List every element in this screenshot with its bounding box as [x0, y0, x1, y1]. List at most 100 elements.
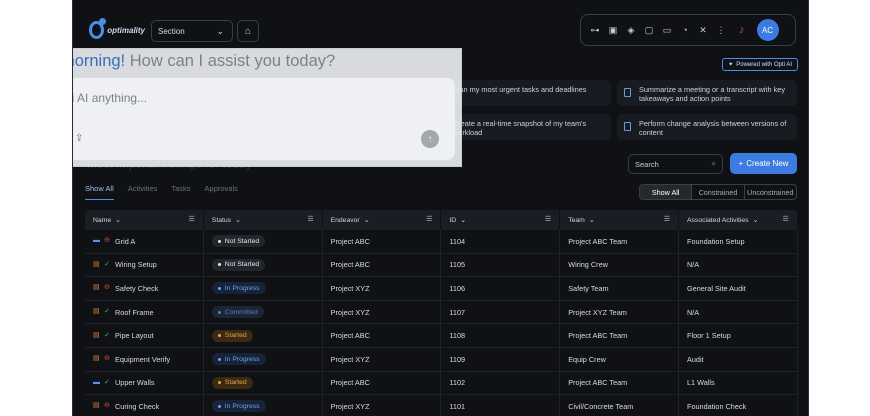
create-new-button[interactable]: + Create New	[730, 153, 797, 174]
cell-status: Committed	[204, 300, 323, 324]
section-select-value: Section	[158, 26, 185, 36]
chart-icon[interactable]: ◔	[679, 24, 691, 36]
table-row[interactable]: ▤ ✓ Roof Frame Committed Project XYZ 1107 Proj…	[85, 300, 798, 325]
filter-icon[interactable]: ☰	[783, 215, 789, 223]
cell-name[interactable]: ▬ ⊖ Grid A	[85, 230, 204, 253]
greeting-rest: How can I assist you today?	[125, 52, 336, 70]
cell-name[interactable]: ▤ ✓ Roof Frame	[85, 300, 204, 324]
minus-circle-icon: ⊖	[104, 402, 110, 410]
tab-approvals[interactable]: Approvals	[205, 184, 238, 200]
clipboard-icon[interactable]: ▣	[607, 24, 619, 36]
filter-icon[interactable]: ☰	[189, 215, 195, 223]
table-row[interactable]: ▤ ⊖ Safety Check In Progress Project XYZ 1106…	[85, 277, 798, 301]
cell-endeavor: Project XYZ	[323, 395, 442, 416]
send-button[interactable]: ↑	[421, 130, 439, 148]
folder-icon: ▬	[93, 378, 100, 386]
top-bar: optimality Section ⌄ ⌂ ⊶ ▣ ◈ ▢ ▭ ◔ ✕ ⋮ ♪…	[85, 14, 796, 48]
folder-icon[interactable]: ▭	[661, 24, 673, 36]
task-name: Upper Walls	[115, 378, 155, 388]
search-icon: ⌕	[711, 159, 716, 168]
ai-prompt-input[interactable]: Ask Opti AI anything... ▤ ▣ ⇪ ↑	[73, 78, 455, 160]
briefcase-icon[interactable]: ▢	[643, 24, 655, 36]
cell-name[interactable]: ▤ ✓ Wiring Setup	[85, 253, 204, 277]
cell-activities: N/A	[679, 300, 798, 324]
status-label: Not Started	[224, 237, 260, 245]
table-row[interactable]: ▤ ⊖ Equipment Verify In Progress Project XYZ…	[85, 347, 798, 372]
table-row[interactable]: ▬ ✓ Upper Walls Started Project ABC 1102 Proje…	[85, 371, 798, 396]
table-row[interactable]: ▤ ✓ Pipe Layout Started Project ABC 1108 Proje…	[85, 324, 798, 348]
grid-icon[interactable]: ⋮	[715, 24, 727, 36]
cell-activities: L1 Walls	[679, 371, 798, 395]
create-new-label: Create New	[746, 159, 789, 168]
task-name: Safety Check	[115, 283, 159, 293]
cell-name[interactable]: ▤ ⊖ Safety Check	[85, 277, 204, 300]
sparkle-icon: ✦	[728, 62, 734, 68]
filter-constrained[interactable]: Constrained	[692, 185, 745, 199]
table-row[interactable]: ▤ ⊖ Curing Check In Progress Project XYZ 1101…	[85, 395, 798, 416]
tab-activities[interactable]: Activities	[128, 184, 158, 200]
chevron-down-icon[interactable]: ⌄	[115, 216, 121, 224]
chevron-down-icon[interactable]: ⌄	[753, 216, 759, 224]
cell-team: Wiring Crew	[560, 253, 679, 277]
filter-icon[interactable]: ☰	[426, 215, 432, 223]
filter-show-all[interactable]: Show All	[640, 185, 693, 199]
filter-unconstrained[interactable]: Unconstrained	[745, 185, 796, 199]
bell-icon[interactable]: ♪	[739, 24, 745, 36]
status-label: In Progress	[224, 284, 260, 292]
hierarchy-icon[interactable]: ⊶	[589, 24, 601, 36]
column-header[interactable]: Team ⌄ ☰	[560, 210, 679, 230]
avatar[interactable]: AC	[756, 19, 779, 41]
minus-circle-icon: ⊖	[104, 237, 110, 245]
document-icon	[624, 122, 631, 131]
cell-team: Civil/Concrete Team	[560, 395, 679, 416]
upload-icon[interactable]: ⇪	[75, 133, 87, 145]
cell-endeavor: Project XYZ	[323, 347, 442, 371]
doc-icon: ▤	[93, 260, 100, 268]
column-header[interactable]: Status ⌄ ☰	[204, 210, 323, 230]
cell-endeavor: Project ABC	[323, 324, 442, 347]
status-label: In Progress	[224, 355, 260, 363]
filter-icon[interactable]: ☰	[664, 215, 670, 223]
cell-team: Project ABC Team	[560, 324, 679, 347]
tools-icon[interactable]: ✕	[697, 24, 709, 36]
filter-icon[interactable]: ☰	[307, 215, 313, 223]
section-select[interactable]: Section ⌄	[151, 20, 233, 42]
column-header[interactable]: ID ⌄ ☰	[441, 210, 561, 230]
cell-status: Not Started	[204, 253, 323, 277]
chevron-down-icon[interactable]: ⌄	[364, 216, 370, 224]
cell-status: In Progress	[204, 395, 323, 416]
cell-name[interactable]: ▬ ✓ Upper Walls	[85, 371, 204, 395]
cell-team: Project XYZ Team	[560, 300, 679, 324]
suggestion-card[interactable]: Summarize a meeting or a transcript with…	[617, 80, 797, 106]
cell-activities: Audit	[679, 347, 798, 371]
home-button[interactable]: ⌂	[237, 20, 259, 42]
column-header[interactable]: Endeavor ⌄ ☰	[323, 210, 442, 230]
cell-name[interactable]: ▤ ⊖ Equipment Verify	[85, 347, 204, 371]
status-badge: Committed	[211, 306, 264, 319]
tab-tasks[interactable]: Tasks	[171, 184, 190, 200]
logo[interactable]: optimality	[89, 18, 145, 42]
tab-show-all[interactable]: Show All	[85, 184, 114, 200]
column-header[interactable]: Name ⌄ ☰	[85, 210, 204, 230]
column-header[interactable]: Associated Activities ⌄ ☰	[679, 210, 798, 230]
cell-name[interactable]: ▤ ✓ Pipe Layout	[85, 324, 204, 347]
cell-name[interactable]: ▤ ⊖ Curing Check	[85, 395, 204, 416]
cell-activities: N/A	[679, 253, 798, 277]
plus-icon: +	[738, 159, 744, 168]
chevron-down-icon[interactable]: ⌄	[460, 216, 466, 224]
home-icon: ⌂	[244, 25, 252, 37]
search-input[interactable]: Search ⌕	[628, 154, 723, 174]
chevron-down-icon[interactable]: ⌄	[235, 216, 241, 224]
task-name: Equipment Verify	[115, 354, 171, 364]
table-row[interactable]: ▤ ✓ Wiring Setup Not Started Project ABC 1105…	[85, 253, 798, 278]
table-row[interactable]: ▬ ⊖ Grid A Not Started Project ABC 1104 Projec…	[85, 230, 798, 254]
filter-icon[interactable]: ☰	[545, 215, 551, 223]
suggestion-card[interactable]: Perform change analysis between versions…	[617, 114, 797, 140]
check-circle-icon: ✓	[104, 308, 110, 316]
chevron-down-icon[interactable]: ⌄	[589, 216, 595, 224]
status-label: Not Started	[224, 261, 260, 269]
layers-icon[interactable]: ◈	[625, 24, 637, 36]
greeting-bold: Good morning!	[73, 52, 126, 70]
status-badge: In Progress	[211, 400, 266, 413]
cell-activities: Floor 1 Setup	[679, 324, 798, 347]
